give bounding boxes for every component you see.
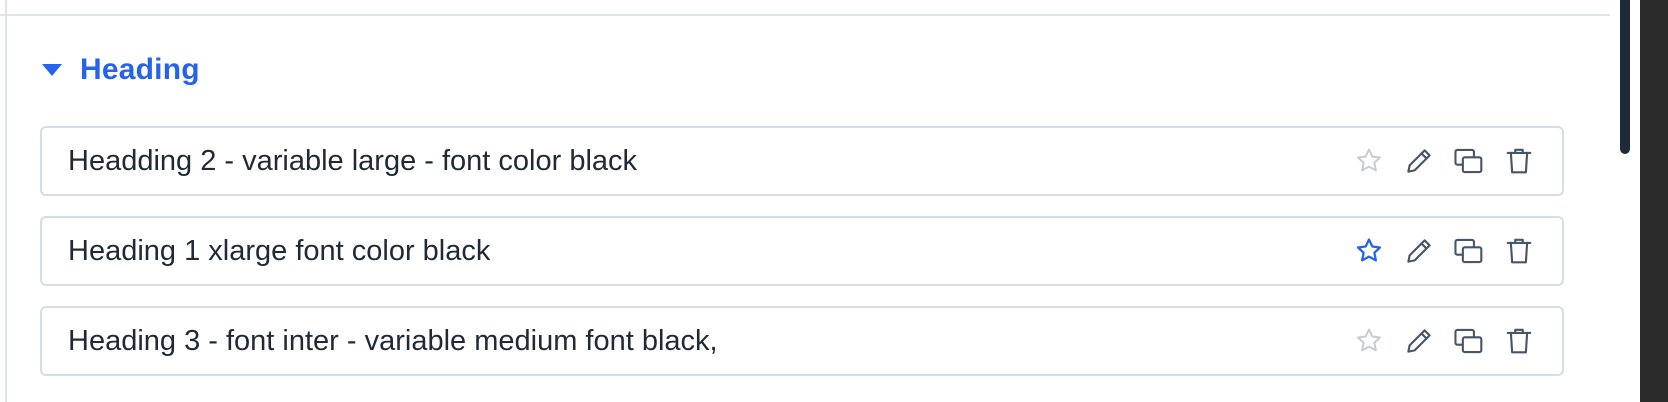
trash-icon (1506, 238, 1532, 264)
panel-divider (0, 14, 1610, 16)
list-item[interactable]: Heading 1 xlarge font color black (40, 216, 1564, 286)
favorite-button[interactable] (1352, 324, 1386, 358)
duplicate-icon (1454, 328, 1483, 354)
page: Heading Headding 2 - variable large - fo… (0, 0, 1668, 402)
pencil-icon (1407, 329, 1431, 353)
edit-button[interactable] (1402, 144, 1436, 178)
vertical-scrollbar-thumb[interactable] (1620, 0, 1630, 154)
edit-button[interactable] (1402, 234, 1436, 268)
caret-down-icon (40, 58, 64, 82)
item-label: Heading 3 - font inter - variable medium… (68, 324, 718, 357)
item-label: Headding 2 - variable large - font color… (68, 144, 638, 177)
list-item[interactable]: Heading 3 - font inter - variable medium… (40, 306, 1564, 376)
duplicate-button[interactable] (1452, 144, 1486, 178)
duplicate-icon (1454, 238, 1483, 264)
edit-button[interactable] (1402, 324, 1436, 358)
list-item[interactable]: Headding 2 - variable large - font color… (40, 126, 1564, 196)
pencil-icon (1407, 149, 1431, 173)
duplicate-button[interactable] (1452, 234, 1486, 268)
trash-icon (1506, 328, 1532, 354)
star-icon (1357, 148, 1381, 172)
pencil-icon (1407, 239, 1431, 263)
favorite-button[interactable] (1352, 234, 1386, 268)
delete-button[interactable] (1502, 234, 1536, 268)
star-icon (1356, 238, 1382, 262)
item-actions (1352, 144, 1536, 178)
star-icon (1357, 328, 1381, 352)
section-toggle-heading[interactable]: Heading (40, 50, 200, 90)
section-title: Heading (80, 53, 200, 86)
delete-button[interactable] (1502, 144, 1536, 178)
item-actions (1352, 324, 1536, 358)
delete-button[interactable] (1502, 324, 1536, 358)
window-edge (1640, 0, 1668, 402)
style-list: Headding 2 - variable large - font color… (40, 126, 1564, 396)
item-actions (1352, 234, 1536, 268)
duplicate-button[interactable] (1452, 324, 1486, 358)
favorite-button[interactable] (1352, 144, 1386, 178)
trash-icon (1506, 148, 1532, 174)
duplicate-icon (1454, 148, 1483, 174)
item-label: Heading 1 xlarge font color black (68, 234, 491, 267)
